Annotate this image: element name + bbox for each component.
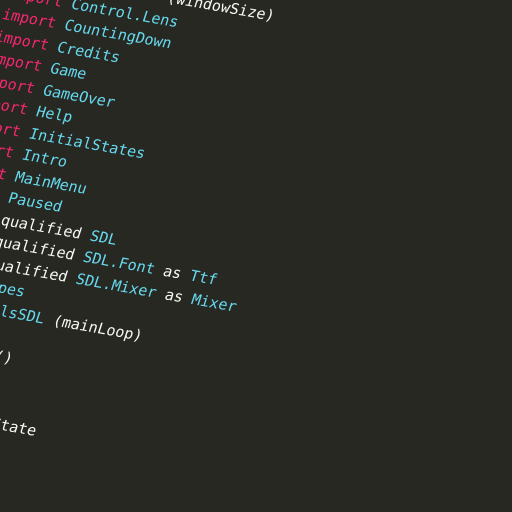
code-token: () <box>0 346 16 367</box>
code-token: SDL. <box>80 247 122 272</box>
code-token: Ttf <box>187 266 220 289</box>
code-token: Font <box>116 254 158 278</box>
code-token: Game <box>47 59 90 83</box>
code-editor[interactable]: import Constants (windowSize)import Cont… <box>0 0 331 469</box>
code-token: as <box>153 283 195 308</box>
code-token: SDL <box>87 226 121 249</box>
code-token: as <box>151 260 194 284</box>
code-token: SDL. <box>73 269 115 294</box>
code-editor-viewport: import Constants (windowSize)import Cont… <box>0 0 512 512</box>
code-token: Help <box>33 102 76 127</box>
